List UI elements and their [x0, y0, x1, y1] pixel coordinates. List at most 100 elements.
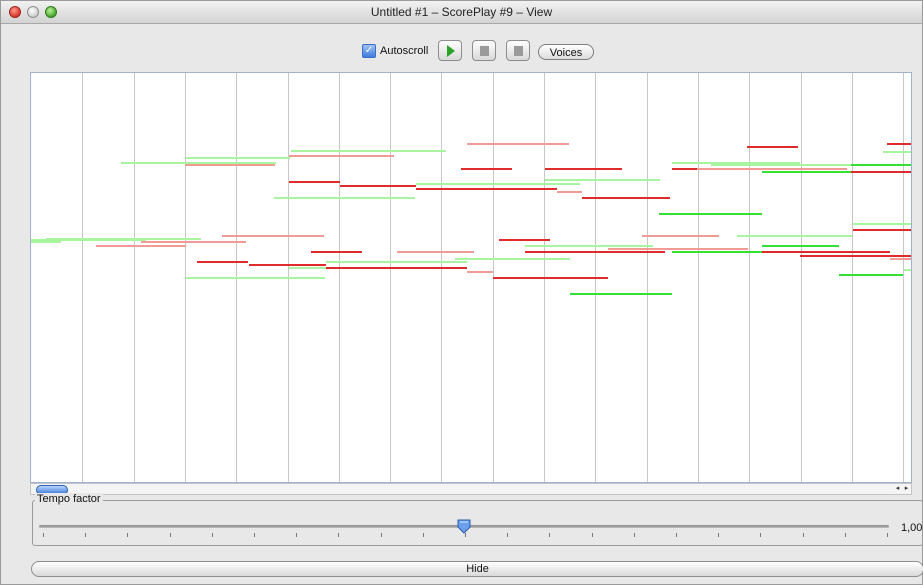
time-gridline	[851, 73, 853, 482]
slider-tick	[211, 533, 213, 537]
note-bar	[289, 155, 394, 157]
window-title: Untitled #1 – ScorePlay #9 – View	[370, 5, 553, 19]
note-bar	[397, 251, 474, 253]
slider-tick	[380, 533, 382, 537]
slider-tick	[591, 533, 593, 537]
note-bar	[274, 197, 414, 199]
piano-roll-view[interactable]	[30, 72, 912, 483]
slider-tick	[887, 533, 888, 537]
time-gridline	[441, 73, 443, 482]
note-bar	[697, 168, 847, 170]
note-bar	[762, 251, 890, 253]
note-bar	[557, 191, 582, 193]
slider-tick	[338, 533, 340, 537]
time-gridline	[390, 73, 392, 482]
note-bar	[851, 164, 911, 166]
slider-tick	[676, 533, 677, 537]
pause-icon	[480, 46, 489, 56]
note-bar	[46, 238, 201, 240]
stop-button[interactable]	[506, 40, 530, 61]
note-bar	[340, 185, 416, 187]
tempo-factor-group: Tempo factor 1,00	[32, 493, 923, 546]
note-bar	[222, 235, 324, 237]
note-bar	[197, 261, 248, 263]
play-button[interactable]	[438, 40, 462, 61]
autoscroll-toggle[interactable]: ✓ Autoscroll	[362, 44, 428, 58]
slider-tick	[296, 533, 298, 537]
time-gridline	[800, 73, 802, 482]
scroll-right-arrow-icon[interactable]: ▸	[902, 484, 911, 494]
note-bar	[499, 239, 550, 241]
time-gridline	[697, 73, 699, 482]
note-bar	[851, 171, 911, 173]
note-bar	[467, 143, 569, 145]
app-window: Untitled #1 – ScorePlay #9 – View ✓ Auto…	[0, 0, 923, 585]
time-gridline	[82, 73, 84, 482]
note-bar	[311, 251, 362, 253]
time-gridline	[749, 73, 751, 482]
slider-tick	[802, 533, 804, 537]
autoscroll-checkbox[interactable]: ✓	[362, 44, 376, 58]
note-bar	[545, 179, 660, 181]
time-gridline	[903, 73, 905, 482]
note-bar	[467, 271, 493, 273]
note-bar	[890, 258, 911, 260]
note-bar	[493, 277, 608, 279]
play-icon	[447, 45, 455, 57]
note-bar	[762, 245, 839, 247]
slider-tick	[549, 533, 551, 537]
slider-tick	[254, 533, 255, 537]
note-bar	[642, 235, 719, 237]
note-bar	[249, 264, 326, 266]
slider-tick	[422, 533, 424, 537]
note-bar	[31, 241, 61, 243]
note-bar	[800, 255, 911, 257]
slider-tick	[507, 533, 509, 537]
note-bar	[582, 197, 670, 199]
note-bar	[416, 188, 557, 190]
voices-button[interactable]: Voices	[538, 44, 594, 60]
note-bar	[659, 213, 762, 215]
time-gridline	[646, 73, 648, 482]
note-bar	[525, 245, 653, 247]
note-bar	[762, 171, 852, 173]
time-gridline	[133, 73, 135, 482]
horizontal-scrollbar[interactable]: ◂ ▸	[30, 483, 912, 495]
note-bar	[289, 181, 340, 183]
note-bar	[416, 183, 580, 185]
hide-button[interactable]: Hide	[31, 561, 923, 577]
note-bar	[883, 151, 911, 153]
note-bar	[455, 258, 570, 260]
toolbar: ✓ Autoscroll Voices	[1, 24, 922, 70]
slider-tick	[85, 533, 87, 537]
stop-icon	[514, 46, 523, 56]
note-bar	[185, 164, 275, 166]
note-bar	[326, 267, 467, 269]
autoscroll-label: Autoscroll	[380, 45, 429, 57]
note-bar	[853, 229, 911, 231]
slider-tick	[43, 533, 44, 537]
tempo-slider-knob[interactable]	[457, 519, 471, 534]
note-bar	[608, 248, 748, 250]
note-bar	[141, 241, 246, 243]
note-bar	[461, 168, 512, 170]
note-bar	[545, 168, 622, 170]
note-bar	[185, 157, 290, 159]
note-bar	[853, 223, 911, 225]
pause-button[interactable]	[472, 40, 496, 61]
tempo-value: 1,00	[901, 522, 923, 534]
note-bar	[326, 261, 467, 263]
tempo-factor-label: Tempo factor	[35, 493, 103, 505]
note-bar	[289, 267, 329, 269]
scroll-left-arrow-icon[interactable]: ◂	[893, 484, 902, 494]
note-bar	[185, 277, 325, 279]
note-bar	[96, 245, 186, 247]
note-bar	[525, 251, 665, 253]
note-bar	[904, 269, 911, 271]
note-bar	[737, 235, 852, 237]
note-bar	[570, 293, 672, 295]
note-bar	[887, 143, 911, 145]
slider-tick	[844, 533, 846, 537]
slider-tick	[127, 533, 129, 537]
slider-tick	[633, 533, 635, 537]
